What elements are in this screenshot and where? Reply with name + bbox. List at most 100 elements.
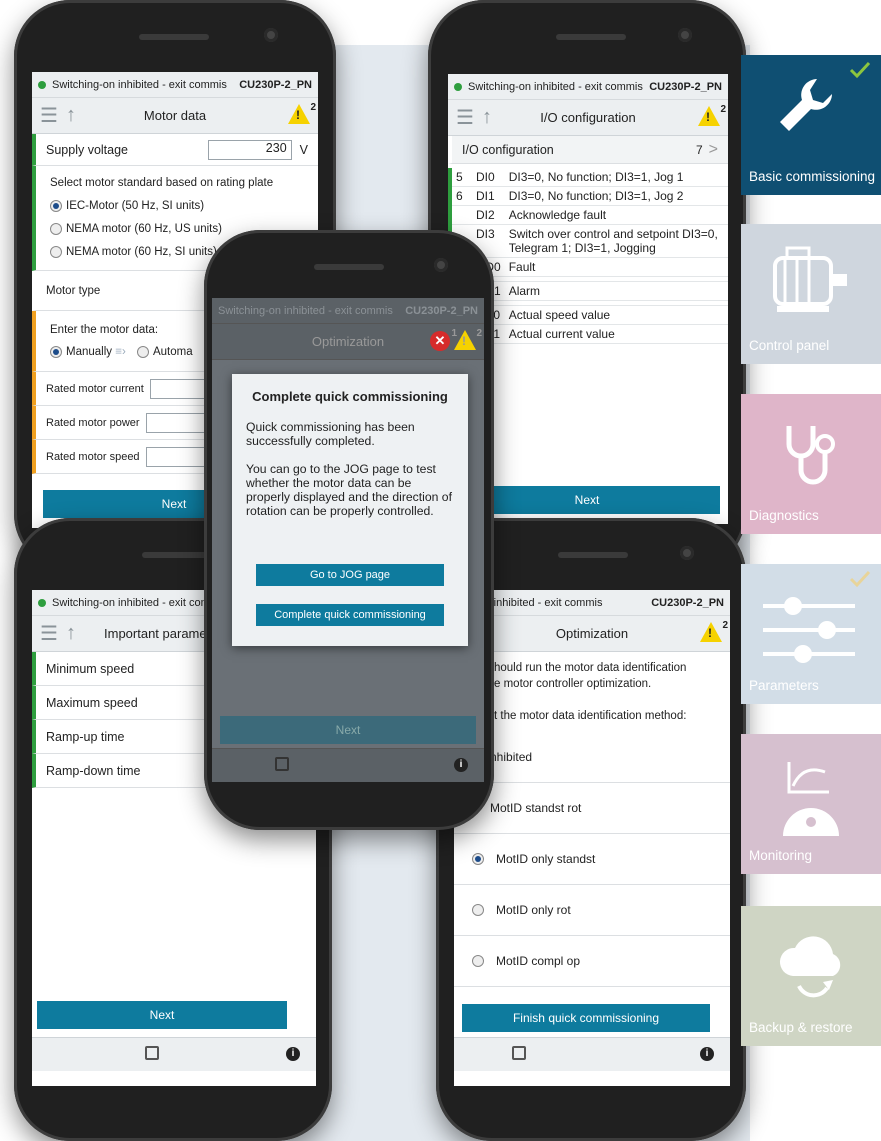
tile-label: Basic commissioning <box>749 169 876 184</box>
io-count: 7 <box>695 142 703 157</box>
radio-selected-icon[interactable] <box>472 853 484 865</box>
method-option[interactable]: MotID compl op <box>454 936 730 987</box>
std-option-iec[interactable]: IEC-Motor (50 Hz, SI units) <box>50 195 304 218</box>
tile-label: Backup & restore <box>749 1020 853 1035</box>
tile-parameters[interactable]: Parameters <box>741 564 881 704</box>
io-cell-function: Actual speed value <box>508 308 611 322</box>
io-row[interactable]: DI3 Switch over control and setpoint DI3=… <box>450 225 728 258</box>
method-option[interactable]: nhibited <box>454 732 730 783</box>
motor-icon[interactable] <box>145 1046 159 1060</box>
choose-method-label: t the motor data identification method: <box>494 710 687 722</box>
tile-backup-restore[interactable]: Backup & restore <box>741 906 881 1046</box>
tile-label: Diagnostics <box>749 508 819 523</box>
tile-diagnostics[interactable]: Diagnostics <box>741 394 881 534</box>
ramp-up-label: Ramp-up time <box>46 729 125 744</box>
tile-label: Parameters <box>749 678 819 693</box>
device-name: CU230P-2_PN <box>239 78 312 91</box>
check-icon <box>849 570 871 588</box>
io-row[interactable]: 6 DI1 DI3=0, No function; DI3=1, Jog 2 <box>450 187 728 206</box>
screen-title: Optimization <box>555 626 629 641</box>
radio-selected-icon[interactable] <box>50 199 62 212</box>
info-icon[interactable]: i <box>700 1047 714 1061</box>
footer-bar: i <box>454 1037 730 1071</box>
method-option[interactable]: MotID standst rot <box>454 783 730 834</box>
rated-speed-label: Rated motor speed <box>46 450 140 463</box>
radio-icon[interactable] <box>472 904 484 916</box>
max-speed-label: Maximum speed <box>46 695 138 710</box>
tile-basic-commissioning[interactable]: Basic commissioning <box>741 55 881 195</box>
io-cell-num <box>450 206 472 225</box>
cloud-icon <box>779 936 841 998</box>
speaker-grill <box>556 34 626 40</box>
intro-line: hould run the motor data identification <box>494 662 687 674</box>
warning-count: 2 <box>476 328 482 339</box>
speaker-grill <box>139 34 209 40</box>
radio-icon[interactable] <box>136 345 149 358</box>
io-cell-function: Acknowledge fault <box>508 208 607 222</box>
radio-icon[interactable] <box>50 222 62 235</box>
warning-count: 2 <box>722 620 728 631</box>
motor-icon[interactable] <box>275 757 289 771</box>
next-button[interactable]: Next <box>37 1001 287 1029</box>
dialog-jog-hint: You can go to the JOG page to test wheth… <box>246 462 452 518</box>
device-name: CU230P-2_PN <box>649 80 722 93</box>
chevron-right-icon[interactable]: > <box>709 141 718 159</box>
io-cell-function: DI3=0, No function; DI3=1, Jog 2 <box>508 189 684 203</box>
tile-control-panel[interactable]: Control panel <box>741 224 881 364</box>
supply-voltage-input[interactable]: 230 <box>207 139 292 160</box>
status-text: Switching-on inhibited - exit commis <box>52 596 227 609</box>
info-icon[interactable]: i <box>286 1047 300 1061</box>
screen-bar: Optimization ! 2 <box>454 616 730 652</box>
status-bar: ing-on inhibited - exit commis CU230P-2_P… <box>454 590 730 616</box>
std-option-label: NEMA motor (60 Hz, US units) <box>66 223 222 235</box>
error-icon[interactable]: ✕ <box>430 331 450 351</box>
warning-icon[interactable]: ! <box>700 622 722 642</box>
stethoscope-icon <box>786 426 835 485</box>
method-option[interactable]: MotID only standst <box>454 834 730 885</box>
radio-icon[interactable] <box>472 955 484 967</box>
go-to-jog-button[interactable]: Go to JOG page <box>256 564 444 586</box>
info-icon[interactable]: i <box>454 758 468 772</box>
std-option-label: NEMA motor (60 Hz, SI units) <box>66 246 217 258</box>
speaker-grill <box>314 264 384 270</box>
finish-quick-commissioning-button[interactable]: Finish quick commissioning <box>462 1004 710 1032</box>
manually-option[interactable]: Manually <box>66 346 112 358</box>
io-row[interactable]: DI2 Acknowledge fault <box>450 206 728 225</box>
list-icon: ≡› <box>115 346 126 358</box>
screen-title: Motor data <box>143 108 207 123</box>
sliders-icon <box>763 597 855 663</box>
std-option-label: IEC-Motor (50 Hz, SI units) <box>66 200 205 212</box>
method-option-label: MotID standst rot <box>490 801 582 815</box>
io-cell-terminal: DI2 <box>476 208 495 222</box>
complete-quick-commissioning-button[interactable]: Complete quick commissioning <box>256 604 444 626</box>
tile-label: Monitoring <box>749 848 813 863</box>
warning-count: 2 <box>310 102 316 113</box>
tile-monitoring[interactable]: Monitoring <box>741 734 881 874</box>
radio-icon[interactable] <box>50 245 62 258</box>
io-cell-terminal: DI0 <box>476 170 495 184</box>
next-button-disabled: Next <box>220 716 476 744</box>
warning-icon[interactable]: ! <box>454 330 476 350</box>
io-cell-num: 6 <box>456 189 463 203</box>
screen-bar: ☰ ↑ I/O configuration ! 2 <box>448 100 728 136</box>
io-row[interactable]: 5 DI0 DI3=0, No function; DI3=1, Jog 1 <box>450 168 728 187</box>
warning-icon[interactable]: ! <box>698 106 720 126</box>
automatic-option[interactable]: Automa <box>153 346 193 358</box>
io-config-row[interactable]: I/O configuration 7 > <box>448 136 728 164</box>
status-text: Switching-on inhibited - exit commis <box>52 78 227 91</box>
io-cell-function: Alarm <box>508 284 541 298</box>
min-speed-label: Minimum speed <box>46 661 135 676</box>
screen-title: I/O configuration <box>540 110 636 125</box>
status-dot-icon <box>454 82 462 91</box>
tile-label: Control panel <box>749 338 830 353</box>
method-option-label: nhibited <box>490 750 533 764</box>
camera-icon <box>680 546 694 560</box>
supply-voltage-row: Supply voltage 230 V <box>32 134 318 166</box>
warning-icon[interactable]: ! <box>288 104 310 124</box>
method-option[interactable]: MotID only rot <box>454 885 730 936</box>
io-cell-function: DI3=0, No function; DI3=1, Jog 1 <box>508 170 684 184</box>
footer-bar: i <box>212 748 484 782</box>
motor-icon[interactable] <box>512 1046 526 1060</box>
radio-selected-icon[interactable] <box>50 345 62 358</box>
motor-type-label: Motor type <box>46 284 101 297</box>
